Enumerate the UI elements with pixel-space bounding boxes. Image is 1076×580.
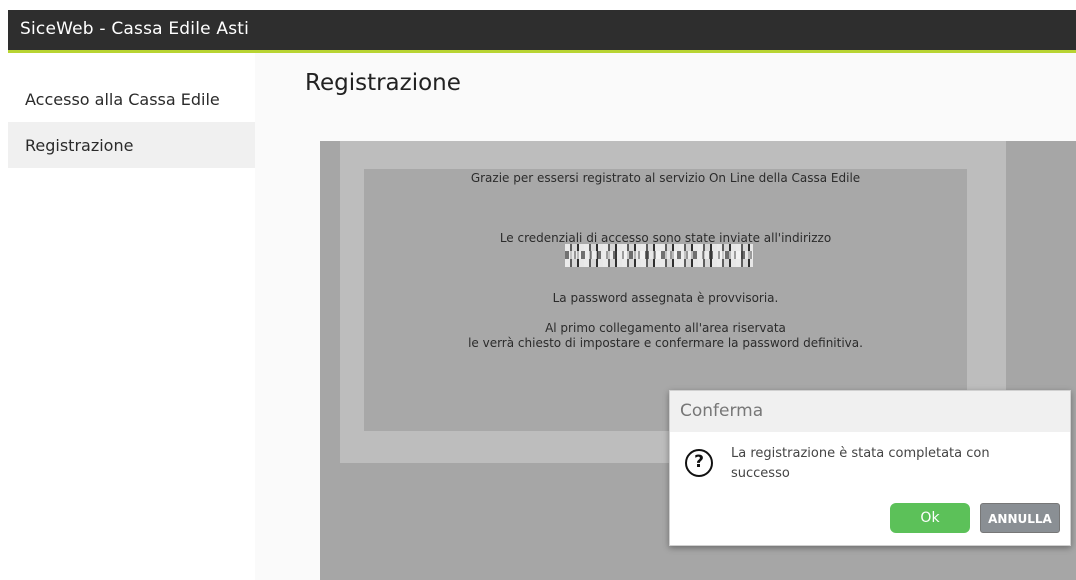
page-title: Registrazione: [305, 70, 461, 96]
sidebar-item-label: Registrazione: [25, 136, 134, 155]
dialog-header: Conferma: [670, 391, 1070, 432]
first-login-message: Al primo collegamento all'area riservata: [545, 321, 786, 335]
sidebar-item-label: Accesso alla Cassa Edile: [25, 90, 220, 109]
ok-button[interactable]: Ok: [890, 503, 970, 533]
password-temp-message: La password assegnata è provvisoria.: [552, 291, 779, 305]
sidebar: Accesso alla Cassa Edile Registrazione: [8, 53, 255, 580]
confirm-dialog: Conferma ? La registrazione è stata comp…: [669, 390, 1071, 546]
top-bar: SiceWeb - Cassa Edile Asti: [8, 10, 1076, 53]
sidebar-item-accesso[interactable]: Accesso alla Cassa Edile: [8, 76, 255, 122]
first-login-message-2: le verrà chiesto di impostare e conferma…: [468, 336, 863, 350]
question-circle-icon: ?: [685, 449, 713, 477]
dialog-message: La registrazione è stata completata con …: [731, 446, 990, 481]
thanks-message: Grazie per essersi registrato al servizi…: [470, 171, 861, 185]
dialog-title: Conferma: [680, 401, 764, 421]
app-title: SiceWeb - Cassa Edile Asti: [20, 19, 250, 39]
redacted-email: [565, 244, 753, 267]
page: SiceWeb - Cassa Edile Asti Accesso alla …: [8, 10, 1076, 580]
sidebar-item-registrazione[interactable]: Registrazione: [8, 122, 255, 168]
cancel-button[interactable]: ANNULLA: [980, 503, 1060, 533]
